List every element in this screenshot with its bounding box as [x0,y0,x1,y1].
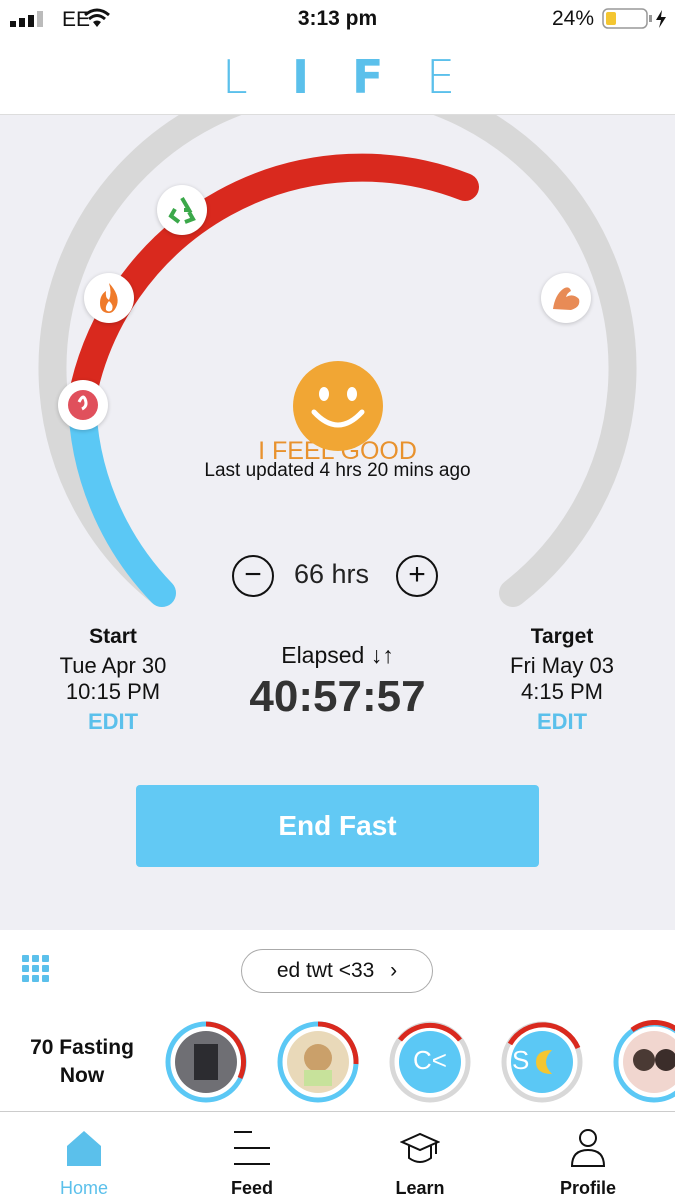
progress-track [38,115,637,607]
grid-menu-icon[interactable] [22,955,50,983]
member-avatar[interactable] [612,1019,675,1104]
smiley-face-icon[interactable] [292,360,384,452]
status-bar: EE 3:13 pm 24% [0,0,675,40]
graduation-cap-icon [400,1132,440,1163]
circle-name: ed twt <33 [276,959,375,982]
tab-bar: Home Feed Learn Profile [0,1111,675,1201]
avatar-initials: C< [413,1045,447,1075]
goal-hours: 66 hrs [294,559,370,589]
fasting-now-count[interactable]: 70 Fasting Now [22,1034,142,1090]
tab-profile[interactable]: Profile [504,1112,672,1201]
feed-icon [234,1131,270,1165]
progress-elapsed-segment [68,153,479,412]
tab-learn[interactable]: Learn [336,1112,504,1201]
member-avatar[interactable] [276,1020,360,1104]
goal-adjuster: − 66 hrs + [232,553,442,599]
last-updated-text: Last updated 4 hrs 20 mins ago [204,460,471,481]
decrease-goal-button[interactable]: − [232,555,274,597]
circle-selector[interactable]: ed twt <33 › [241,949,433,993]
tab-feed[interactable]: Feed [168,1112,336,1201]
muscle-stage-icon[interactable] [541,273,591,323]
increase-goal-button[interactable]: + [396,555,438,597]
battery-icon [602,8,666,29]
fasting-count: 70 Fasting [30,1036,134,1059]
avatar-initials: S [512,1045,530,1075]
tab-label: Feed [230,1178,273,1198]
person-icon [570,1129,606,1167]
home-icon [67,1131,101,1166]
target-column: Target Fri May 03 4:15 PM EDIT [477,625,647,735]
chevron-right-icon: › [390,959,398,982]
tab-label: Home [59,1178,108,1198]
app-header: L I F E [0,44,675,115]
blood-drop-stage-icon[interactable] [58,380,108,430]
logo-letter: F [352,50,384,104]
end-fast-button[interactable]: End Fast [136,785,539,867]
target-time: 4:15 PM [521,679,603,704]
target-date: Fri May 03 [510,653,614,678]
fasting-now-label: Now [59,1064,105,1087]
timer-panel: I FEEL GOOD Last updated 4 hrs 20 mins a… [0,115,675,930]
member-avatar[interactable]: S [500,1020,584,1104]
target-heading: Target [530,625,594,648]
logo-letter: I [292,50,310,104]
fire-stage-icon[interactable] [84,273,134,323]
recycle-stage-icon[interactable] [157,185,207,235]
edit-target-button[interactable]: EDIT [477,709,647,735]
battery-percent: 24% [552,7,595,30]
tab-label: Learn [395,1178,445,1198]
plus-icon: + [408,558,426,591]
logo-letter: L [222,50,248,104]
tab-home[interactable]: Home [0,1112,168,1201]
logo-letter: E [426,50,456,104]
member-avatar[interactable]: C< [388,1020,472,1104]
tab-label: Profile [559,1178,616,1198]
minus-icon: − [244,558,262,591]
member-avatar[interactable] [164,1020,248,1104]
